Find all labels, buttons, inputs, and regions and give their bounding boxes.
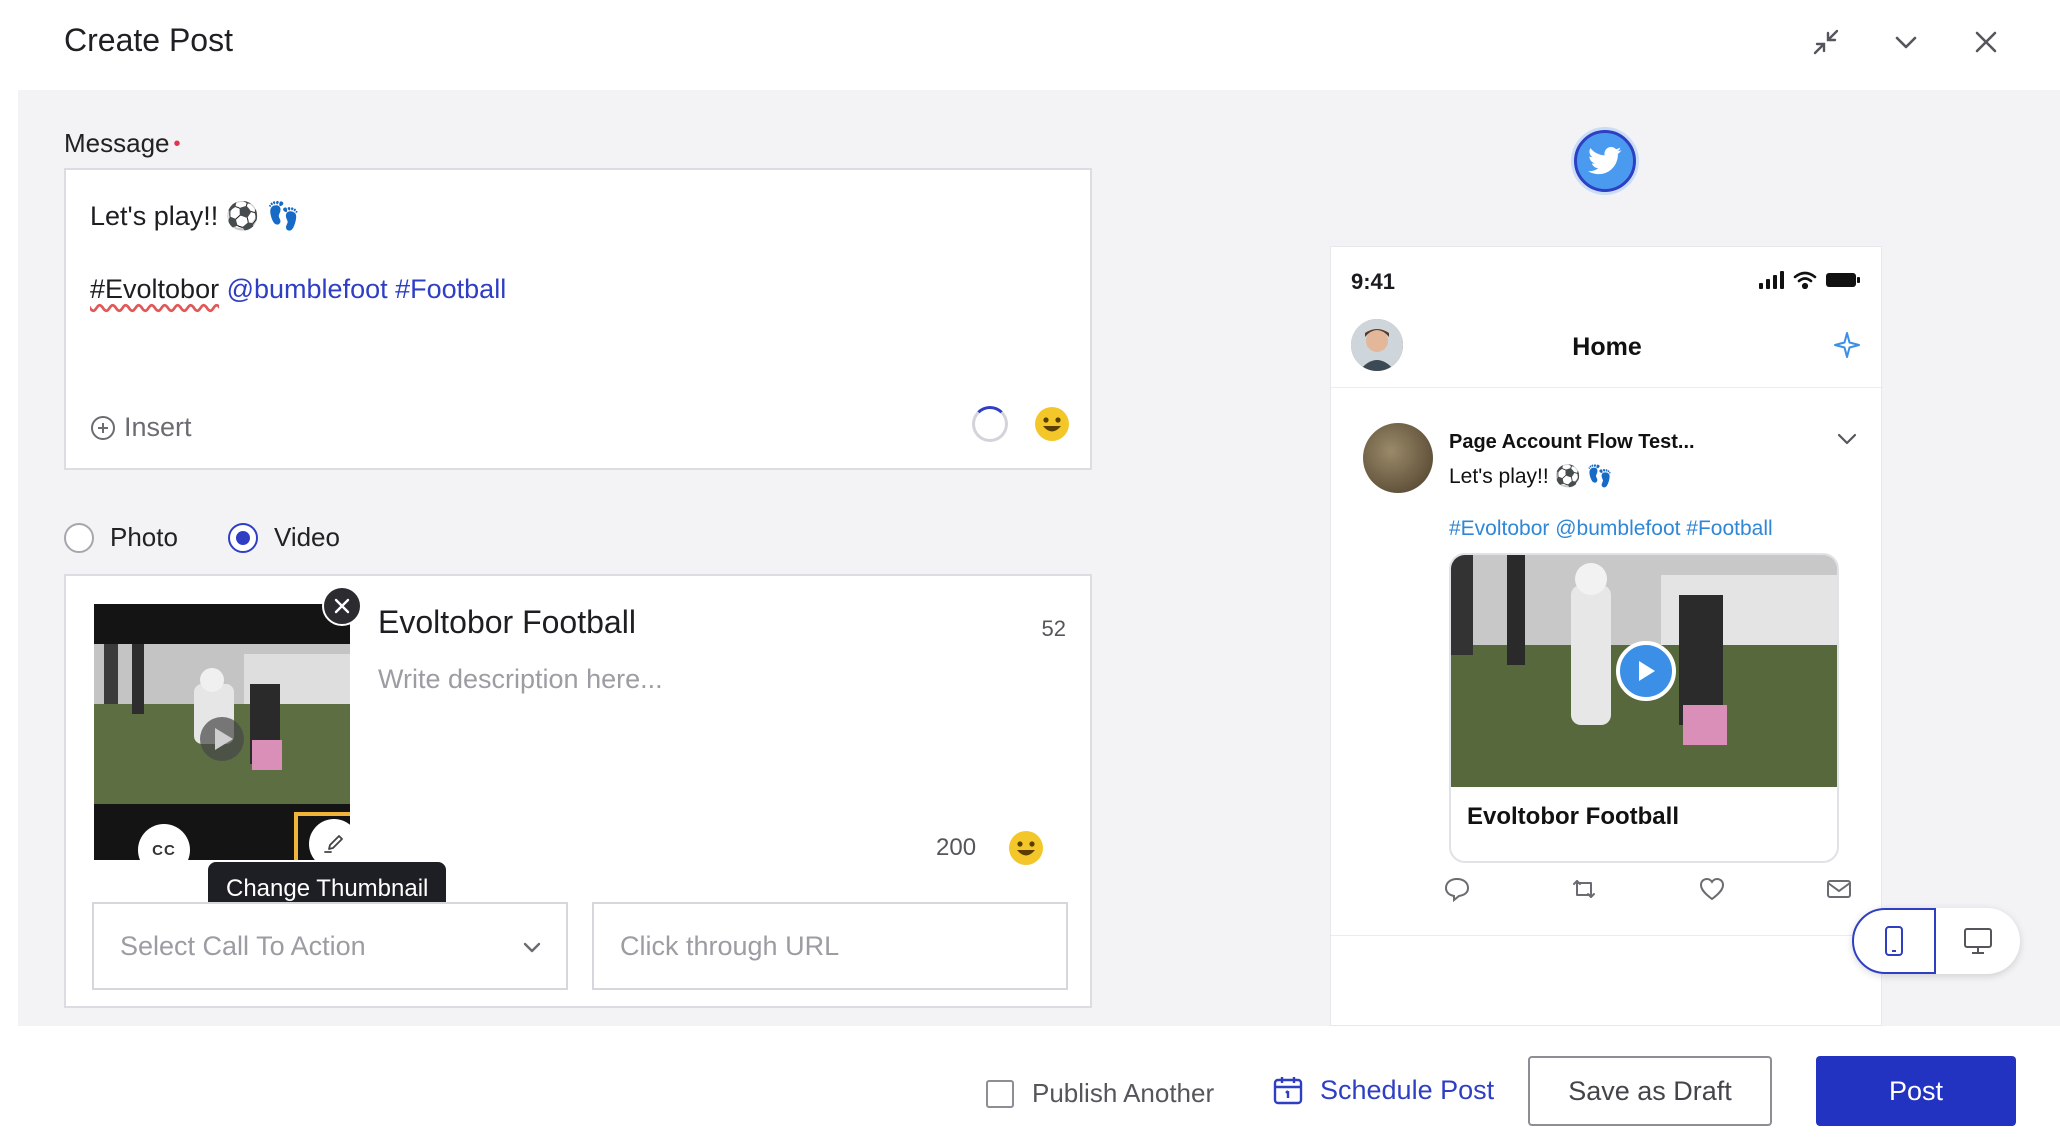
mobile-preview: 9:41 Home Page Account Flow Test... Let'…: [1330, 246, 1883, 1026]
publish-another-label: Publish Another: [1032, 1078, 1215, 1108]
chevron-down-icon: [523, 942, 541, 953]
message-label: Message •: [64, 128, 181, 159]
minimize-icon[interactable]: [1806, 22, 1846, 62]
mobile-icon: [1885, 926, 1903, 956]
media-type-selector: Photo Video: [64, 522, 390, 553]
publish-another-checkbox[interactable]: Publish Another: [986, 1078, 1214, 1109]
message-label-text: Message: [64, 128, 170, 158]
status-time: 9:41: [1351, 269, 1396, 294]
tweet-video-card[interactable]: Evoltobor Football: [1449, 553, 1839, 863]
share-mail-icon[interactable]: [1825, 875, 1853, 908]
modal-header: Create Post: [0, 0, 2060, 90]
pencil-icon: [324, 835, 343, 853]
radio-video[interactable]: Video: [227, 522, 340, 553]
chevron-down-icon[interactable]: [1835, 427, 1859, 456]
message-line-2[interactable]: #Evoltobor @bumblefoot #Football: [90, 274, 506, 305]
description-input[interactable]: Write description here...: [378, 664, 663, 695]
tweet-account-name: Page Account Flow Test...: [1449, 431, 1695, 453]
schedule-post-label: Schedule Post: [1320, 1074, 1495, 1105]
like-icon[interactable]: [1698, 875, 1726, 908]
radio-video-control[interactable]: [227, 522, 258, 553]
composer-panel: Message • Let's play!! ⚽ 👣 #Evoltobor @bu…: [18, 90, 1142, 1026]
emoji-picker-icon[interactable]: [1034, 406, 1070, 442]
tweet-tags[interactable]: #Evoltobor @bumblefoot #Football: [1449, 517, 1773, 541]
twitter-icon: [1588, 146, 1622, 175]
sparkle-icon[interactable]: [1833, 331, 1861, 364]
desktop-icon: [1964, 928, 1992, 954]
play-icon[interactable]: [1616, 641, 1676, 701]
insert-label: Insert: [124, 412, 192, 442]
desktop-preview-toggle[interactable]: [1936, 908, 2020, 974]
radio-photo-control[interactable]: [64, 522, 94, 553]
checkbox-control[interactable]: [986, 1079, 1014, 1108]
hashtag-link[interactable]: #Football: [395, 274, 506, 304]
chevron-down-icon[interactable]: [1886, 22, 1926, 62]
title-char-count: 52: [1041, 616, 1066, 641]
page-title: Create Post: [64, 22, 233, 58]
video-attachment-panel: CC Change Thumbnail Evoltobor Football 5…: [64, 574, 1092, 1008]
home-title: Home: [1572, 333, 1642, 361]
divider: [1331, 935, 1883, 936]
status-icons: [1759, 271, 1861, 289]
remove-video-button[interactable]: [322, 586, 362, 626]
message-editor[interactable]: Let's play!! ⚽ 👣 #Evoltobor @bumblefoot …: [64, 168, 1092, 470]
close-icon[interactable]: [1966, 22, 2006, 62]
click-through-url-input[interactable]: [592, 902, 1068, 990]
insert-button[interactable]: Insert: [90, 412, 192, 443]
post-button[interactable]: Post: [1816, 1056, 2016, 1126]
close-icon: [334, 598, 350, 614]
change-thumbnail-button[interactable]: [294, 812, 350, 860]
card-title: Evoltobor Football: [1467, 803, 1679, 830]
tweet-actions: [1443, 875, 1853, 908]
preview-panel: 9:41 Home Page Account Flow Test... Let'…: [1142, 90, 2060, 1026]
description-emoji-icon[interactable]: [1008, 830, 1044, 866]
cta-placeholder: Select Call To Action: [120, 930, 366, 961]
video-title-input[interactable]: Evoltobor Football: [378, 604, 636, 641]
save-as-draft-button[interactable]: Save as Draft: [1528, 1056, 1772, 1126]
reply-icon[interactable]: [1443, 875, 1471, 908]
call-to-action-select[interactable]: Select Call To Action: [92, 902, 568, 990]
thumbnail-scene: [94, 644, 350, 804]
modal-footer: Publish Another Schedule Post Save as Dr…: [0, 1026, 2060, 1142]
retweet-icon[interactable]: [1570, 875, 1598, 908]
signal-icon: [1759, 271, 1784, 289]
tweet-avatar[interactable]: [1363, 423, 1433, 493]
mention-link[interactable]: @bumblefoot: [227, 274, 388, 304]
closed-captions-button[interactable]: CC: [138, 824, 190, 860]
message-line-1[interactable]: Let's play!! ⚽ 👣: [90, 200, 300, 232]
tweet-text: Let's play!! ⚽ 👣: [1449, 465, 1613, 488]
divider: [1331, 387, 1883, 388]
radio-photo[interactable]: Photo: [64, 522, 178, 553]
plus-circle-icon: [91, 415, 115, 440]
edit-thumbnail-pencil[interactable]: [309, 819, 350, 860]
hashtag-misspelled[interactable]: #Evoltobor: [90, 274, 219, 304]
radio-video-label: Video: [273, 522, 340, 552]
required-indicator: •: [173, 133, 181, 155]
schedule-post-button[interactable]: Schedule Post: [1272, 1074, 1494, 1106]
mobile-preview-toggle[interactable]: [1852, 908, 1936, 974]
video-thumbnail[interactable]: CC: [94, 604, 350, 860]
radio-photo-label: Photo: [110, 522, 178, 552]
device-toggle: [1852, 908, 2020, 974]
battery-icon: [1826, 273, 1860, 287]
twitter-network-badge[interactable]: [1574, 130, 1636, 192]
description-char-count: 200: [936, 834, 977, 861]
wifi-icon: [1793, 271, 1817, 289]
loading-spinner-icon: [972, 406, 1008, 442]
calendar-icon: [1273, 1077, 1303, 1105]
